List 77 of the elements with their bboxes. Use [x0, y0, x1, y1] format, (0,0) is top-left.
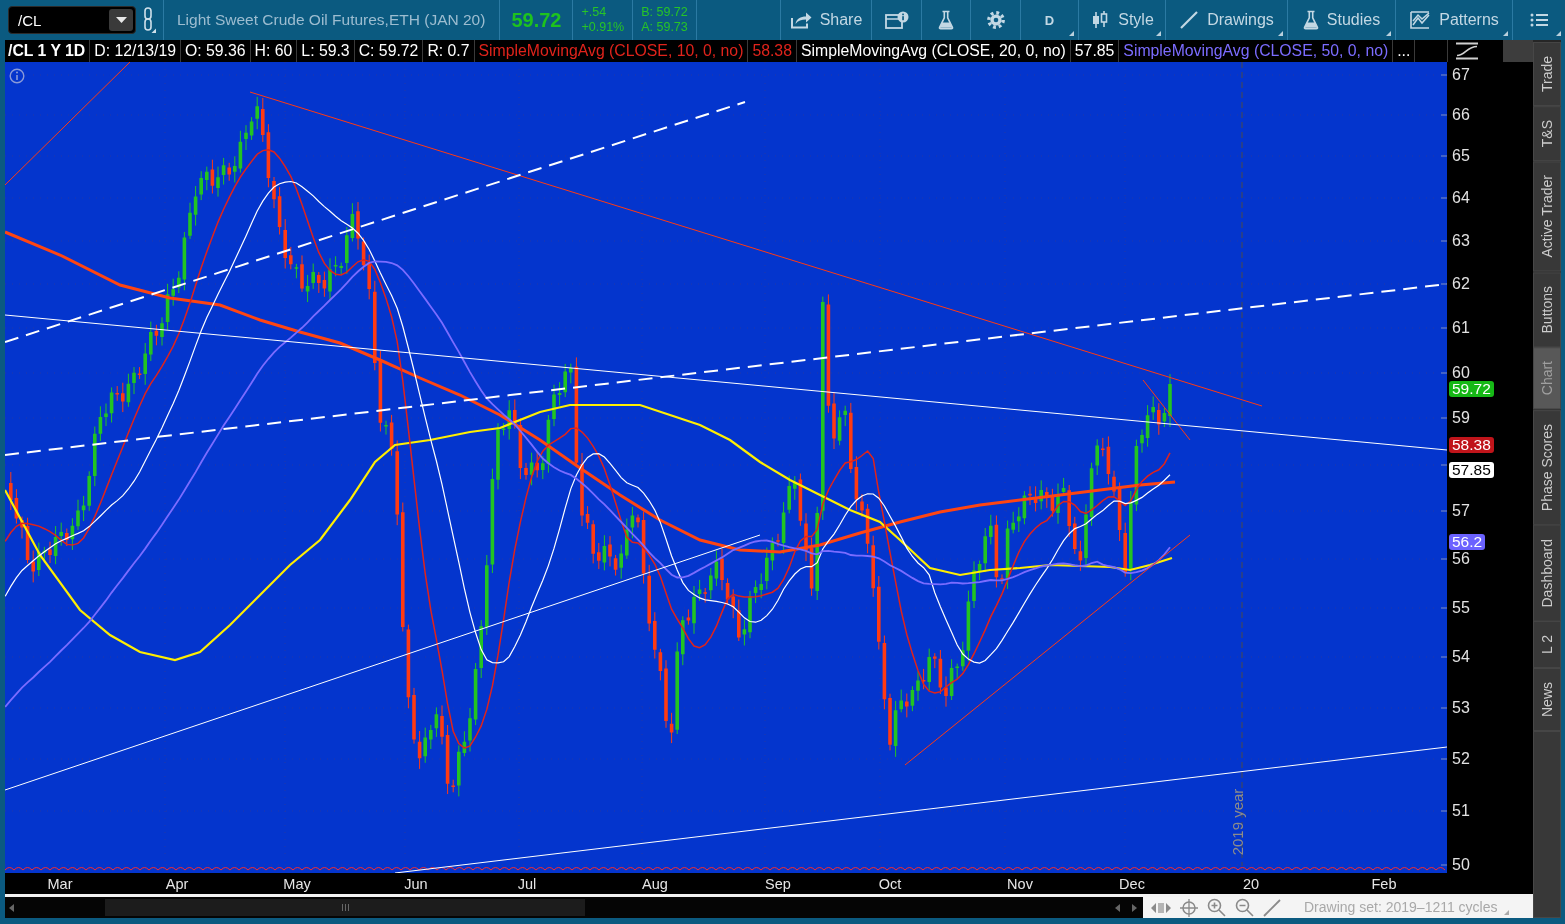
corner-triangle-icon — [1503, 910, 1509, 915]
price-marker: 59.72 — [1449, 381, 1494, 397]
date-axis-label: Aug — [642, 876, 668, 892]
bid-price: B: 59.72 — [641, 5, 688, 20]
date-axis-label: 20 — [1242, 876, 1260, 892]
date-axis-label: Mar — [47, 876, 73, 892]
date-axis-label: May — [283, 876, 311, 892]
scrollbar-thumb[interactable] — [105, 899, 585, 916]
flask-icon — [938, 10, 954, 30]
side-tab[interactable]: T&S — [1533, 106, 1561, 162]
caret-icon — [115, 17, 127, 23]
year-marker-label: 2019 year — [1228, 788, 1246, 856]
pattern-chart-icon — [1409, 10, 1432, 30]
date-axis-label: Jun — [404, 876, 428, 892]
date-axis-label: Apr — [165, 876, 189, 892]
symbol-field[interactable]: /CL — [8, 6, 136, 34]
link-button[interactable] — [143, 7, 156, 33]
zoom-out-icon[interactable] — [1235, 898, 1254, 917]
grip-icon — [341, 904, 349, 911]
crosshair-icon[interactable] — [1180, 898, 1198, 917]
price-axis-label: 63 — [1452, 233, 1470, 249]
side-tab[interactable]: Buttons — [1533, 271, 1561, 348]
percent-change: +0.91% — [581, 20, 625, 35]
last-price: 59.72 — [510, 8, 563, 32]
info-icon — [9, 68, 25, 84]
ask-price: A: 59.73 — [641, 20, 688, 35]
price-axis-label: 61 — [1452, 320, 1470, 336]
net-change: +.54 — [581, 5, 608, 20]
price-axis-label: 53 — [1452, 700, 1470, 716]
curve-icon — [1454, 42, 1480, 60]
horizontal-scrollbar[interactable] — [5, 897, 1143, 918]
date-axis-label: Dec — [1119, 876, 1145, 892]
price-axis-label: 65 — [1452, 148, 1470, 164]
price-marker: 58.38 — [1449, 437, 1494, 453]
side-tab[interactable]: News — [1533, 668, 1561, 732]
price-axis-label: 51 — [1452, 803, 1470, 819]
scroll-left-icon[interactable] — [1115, 904, 1120, 912]
side-tab[interactable]: Phase Scores — [1533, 409, 1561, 525]
side-tab[interactable]: Trade — [1533, 42, 1561, 107]
date-axis-label: Oct — [878, 876, 902, 892]
price-axis-label: 67 — [1452, 67, 1470, 83]
price-axis-label: 56 — [1452, 551, 1470, 567]
date-axis-label: Jul — [517, 876, 537, 892]
side-tab[interactable]: L 2 — [1533, 621, 1561, 669]
diagonal-line-icon[interactable] — [1263, 898, 1281, 917]
zoom-in-icon[interactable] — [1207, 898, 1226, 917]
side-tab[interactable]: Dashboard — [1533, 524, 1561, 622]
side-tab[interactable]: Active Trader — [1533, 161, 1561, 272]
price-marker: 56.2 — [1449, 534, 1486, 550]
window-info-icon — [884, 11, 909, 29]
scroll-left-icon[interactable] — [9, 904, 14, 912]
price-axis-label: 50 — [1452, 857, 1470, 873]
price-marker: 57.85 — [1449, 462, 1494, 478]
diagonal-line-icon — [1179, 10, 1200, 30]
date-axis-label: Sep — [765, 876, 791, 892]
price-axis-label: 55 — [1452, 600, 1470, 616]
menu-icon — [1530, 13, 1548, 27]
blank-panel — [1503, 40, 1533, 62]
scroll-right-icon[interactable] — [1132, 904, 1137, 912]
date-axis-label: Feb — [1371, 876, 1397, 892]
price-axis-label: 64 — [1452, 190, 1470, 206]
price-axis-label: 57 — [1452, 503, 1470, 519]
price-axis-label: 59 — [1452, 410, 1470, 426]
price-axis-label: 54 — [1452, 649, 1470, 665]
dropdown-button[interactable] — [109, 9, 133, 31]
price-axis-label: 66 — [1452, 107, 1470, 123]
pan-arrows-icon[interactable] — [1151, 901, 1171, 914]
settings-icon — [985, 10, 1006, 30]
link-icon — [143, 7, 156, 33]
date-axis-label: Nov — [1007, 876, 1033, 892]
instrument-description: Light Sweet Crude Oil Futures,ETH (JAN 20) — [176, 11, 487, 29]
share-button[interactable]: Share — [781, 0, 871, 40]
price-axis-label: 62 — [1452, 276, 1470, 292]
price-axis-label: 52 — [1452, 751, 1470, 767]
price-axis-label: 60 — [1452, 365, 1470, 381]
flask-icon — [1302, 10, 1319, 30]
share-icon — [789, 11, 812, 29]
